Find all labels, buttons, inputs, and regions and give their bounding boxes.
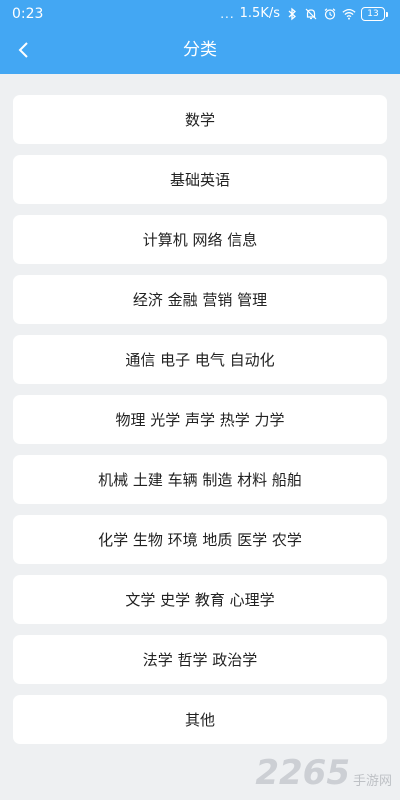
category-item-communication[interactable]: 通信 电子 电气 自动化: [13, 335, 387, 384]
alarm-icon: [324, 8, 336, 20]
category-item-physics[interactable]: 物理 光学 声学 热学 力学: [13, 395, 387, 444]
bluetooth-icon: [288, 7, 296, 21]
battery-tip: [386, 11, 388, 17]
status-indicators: ... 1.5K/s 13: [220, 5, 388, 23]
watermark-site-name: 手游网: [352, 774, 392, 789]
site-watermark: 2265 手游网: [255, 756, 392, 790]
category-item-chemistry[interactable]: 化学 生物 环境 地质 医学 农学: [13, 515, 387, 564]
category-item-other[interactable]: 其他: [13, 695, 387, 744]
mute-bell-icon: [305, 8, 317, 20]
category-list: 数学 基础英语 计算机 网络 信息 经济 金融 营销 管理 通信 电子 电气 自…: [13, 95, 387, 744]
category-item-basic-english[interactable]: 基础英语: [13, 155, 387, 204]
status-bar: 0:23 ... 1.5K/s 13: [0, 0, 400, 28]
category-item-economics[interactable]: 经济 金融 营销 管理: [13, 275, 387, 324]
watermark-logo: 2265: [255, 753, 350, 793]
page-title: 分类: [183, 40, 217, 60]
signal-dots: ...: [220, 7, 235, 21]
category-item-literature[interactable]: 文学 史学 教育 心理学: [13, 575, 387, 624]
category-item-computer[interactable]: 计算机 网络 信息: [13, 215, 387, 264]
app-header: 0:23 ... 1.5K/s 13 分类: [0, 0, 400, 74]
battery-indicator: 13: [361, 7, 388, 21]
category-item-mechanical[interactable]: 机械 土建 车辆 制造 材料 船舶: [13, 455, 387, 504]
battery-level: 13: [361, 7, 385, 21]
status-time: 0:23: [12, 6, 44, 22]
wifi-icon: [342, 9, 356, 20]
category-item-law[interactable]: 法学 哲学 政治学: [13, 635, 387, 684]
category-item-math[interactable]: 数学: [13, 95, 387, 144]
network-speed: 1.5K/s: [239, 6, 280, 21]
